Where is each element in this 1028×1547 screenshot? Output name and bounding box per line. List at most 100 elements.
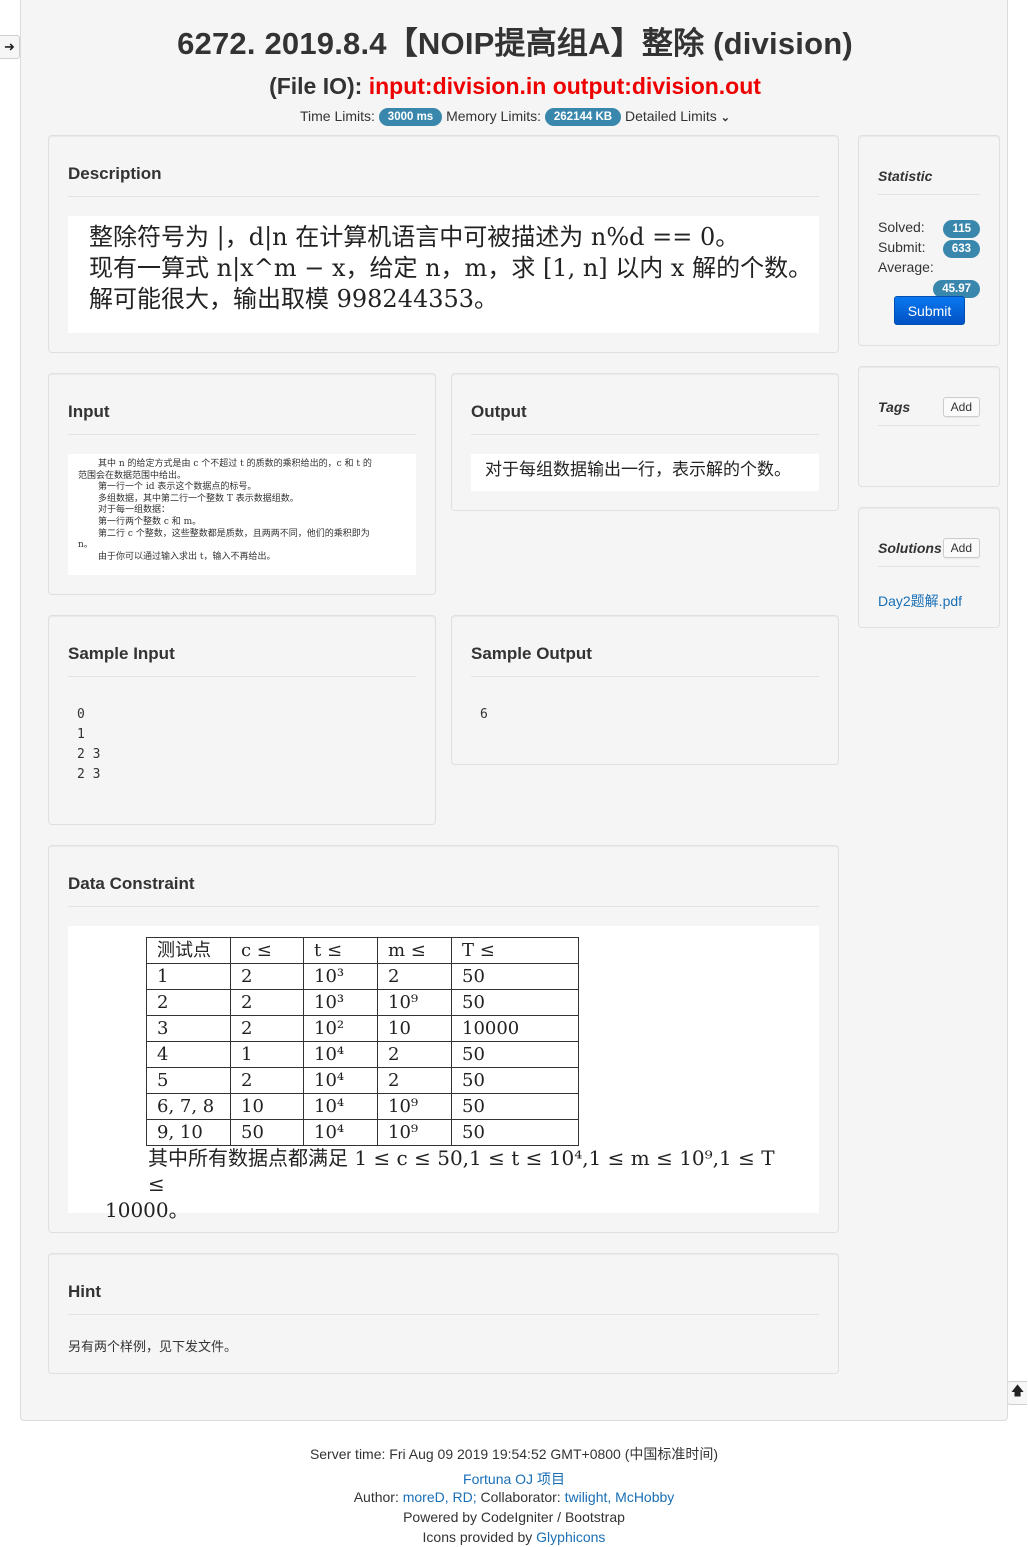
add-solution-button[interactable]: Add xyxy=(942,538,980,558)
submit-badge: 633 xyxy=(942,240,980,258)
collaborator-link[interactable]: McHobby xyxy=(615,1489,674,1505)
data-constraint-heading: Data Constraint xyxy=(68,874,819,907)
author-line: Author: moreD, RD; Collaborator: twiligh… xyxy=(0,1489,1028,1505)
table-cell: 50 xyxy=(451,1067,579,1094)
tags-panel: Tags Add xyxy=(858,366,1000,487)
table-cell: 2 xyxy=(377,963,452,990)
table-row: 4 1 10⁴ 2 50 xyxy=(146,1041,579,1068)
table-row: 5 2 10⁴ 2 50 xyxy=(146,1067,579,1094)
icons-credit: Icons provided by Glyphicons xyxy=(0,1529,1028,1545)
table-header-cell: 测试点 xyxy=(146,937,231,964)
time-limit-badge: 3000 ms xyxy=(378,108,443,126)
table-cell: 6, 7, 8 xyxy=(146,1093,231,1120)
table-cell: 50 xyxy=(451,1041,579,1068)
constraint-note-line-2: 10000。 xyxy=(105,1198,189,1222)
description-content: 整除符号为 |，d|n 在计算机语言中可被描述为 n%d == 0。 现有一算式… xyxy=(68,216,819,333)
description-line-2: 现有一算式 n|x^m − x，给定 n，m，求 [1, n] 以内 x 解的个… xyxy=(89,254,813,282)
table-cell: 50 xyxy=(451,1093,579,1120)
table-row: 1 2 10³ 2 50 xyxy=(146,963,579,990)
glyphicons-link[interactable]: Glyphicons xyxy=(536,1529,605,1545)
statistic-panel: Statistic Solved: 115 Submit: 633 Averag… xyxy=(858,135,1000,346)
hint-heading: Hint xyxy=(68,1282,819,1315)
time-limits-label: Time Limits: xyxy=(299,108,375,124)
arrow-up-icon[interactable]: 🡅 xyxy=(1007,1381,1027,1405)
add-tag-button[interactable]: Add xyxy=(942,397,980,417)
input-line: 第一行两个整数 c 和 m。 xyxy=(98,516,202,527)
table-row: 9, 10 50 10⁴ 10⁹ 50 xyxy=(146,1119,579,1146)
detailed-limits-toggle[interactable]: Detailed Limits ⌄ xyxy=(625,108,730,124)
hint-text: 另有两个样例，见下发文件。 xyxy=(68,1339,238,1354)
table-cell: 50 xyxy=(230,1119,304,1146)
table-cell: 1 xyxy=(146,963,231,990)
sample-input-heading: Sample Input xyxy=(68,644,416,677)
solutions-panel: Solutions Add Day2题解.pdf xyxy=(858,507,1000,628)
solved-label: Solved: xyxy=(878,219,925,235)
project-line: Fortuna OJ 项目 xyxy=(0,1469,1028,1489)
table-cell: 10⁴ xyxy=(303,1041,378,1068)
stat-submit: Submit: 633 xyxy=(878,239,980,258)
table-cell: 5 xyxy=(146,1067,231,1094)
output-content: 对于每组数据输出一行，表示解的个数。 xyxy=(471,454,819,491)
constraint-table: 测试点 c ≤ t ≤ m ≤ T ≤ 1 2 10³ 2 50 2 2 10³ 10⁹ 50 3 2… xyxy=(146,937,579,1146)
hint-panel: Hint 另有两个样例，见下发文件。 xyxy=(48,1253,839,1374)
sample-output-text: 6 xyxy=(480,707,488,722)
input-line: n。 xyxy=(78,540,93,551)
sample-input-panel: Sample Input 0 1 2 3 2 3 xyxy=(48,615,436,825)
description-heading: Description xyxy=(68,164,819,197)
table-cell: 2 xyxy=(377,1041,452,1068)
table-header-row: 测试点 c ≤ t ≤ m ≤ T ≤ xyxy=(146,937,579,964)
author-link[interactable]: moreD, RD; xyxy=(403,1489,477,1505)
average-label: Average: xyxy=(878,259,934,275)
table-cell: 10³ xyxy=(303,989,378,1016)
table-cell: 10 xyxy=(230,1093,304,1120)
input-panel: Input 其中 n 的给定方式是由 c 个不超过 t 的质数的乘积给出的，c … xyxy=(48,373,436,595)
file-io-line: (File IO): input:division.in output:divi… xyxy=(21,73,1009,100)
main-container: 6272. 2019.8.4【NOIP提高组A】整除 (division) (F… xyxy=(20,0,1008,1421)
table-cell: 10² xyxy=(303,1015,378,1042)
collaborator-link[interactable]: twilight, xyxy=(565,1489,612,1505)
input-line: 多组数据，其中第二行一个整数 T 表示数据组数。 xyxy=(98,493,299,504)
input-line: 其中 n 的给定方式是由 c 个不超过 t 的质数的乘积给出的，c 和 t 的 xyxy=(98,459,372,469)
output-text: 对于每组数据输出一行，表示解的个数。 xyxy=(485,460,791,480)
table-row: 2 2 10³ 10⁹ 50 xyxy=(146,989,579,1016)
input-line: 由于你可以通过输入求出 t，输入不再给出。 xyxy=(98,551,276,562)
table-cell: 3 xyxy=(146,1015,231,1042)
table-cell: 10⁴ xyxy=(303,1119,378,1146)
input-text: 其中 n 的给定方式是由 c 个不超过 t 的质数的乘积给出的，c 和 t 的 … xyxy=(78,459,408,563)
table-cell: 2 xyxy=(230,963,304,990)
table-cell: 2 xyxy=(230,1067,304,1094)
table-cell: 2 xyxy=(230,989,304,1016)
constraint-note-line-1: 其中所有数据点都满足 1 ≤ c ≤ 50,1 ≤ t ≤ 10⁴,1 ≤ m … xyxy=(148,1146,775,1196)
input-heading: Input xyxy=(68,402,416,435)
stat-solved: Solved: 115 xyxy=(878,219,980,238)
description-panel: Description 整除符号为 |，d|n 在计算机语言中可被描述为 n%d… xyxy=(48,135,839,353)
page-title: 6272. 2019.8.4【NOIP提高组A】整除 (division) xyxy=(177,26,853,61)
table-row: 3 2 10² 10 10000 xyxy=(146,1015,579,1042)
table-cell: 4 xyxy=(146,1041,231,1068)
submit-button[interactable]: Submit xyxy=(894,296,965,325)
table-cell: 50 xyxy=(451,963,579,990)
collaborator-label: Collaborator: xyxy=(480,1489,561,1505)
table-header-cell: T ≤ xyxy=(451,937,579,964)
table-cell: 1 xyxy=(230,1041,304,1068)
output-heading: Output xyxy=(471,402,819,435)
table-cell: 10 xyxy=(377,1015,452,1042)
server-time: Server time: Fri Aug 09 2019 19:54:52 GM… xyxy=(309,1446,719,1462)
powered-by: Powered by CodeIgniter / Bootstrap xyxy=(403,1509,625,1525)
arrow-right-icon[interactable]: ➜ xyxy=(0,35,20,59)
detailed-limits-label: Detailed Limits xyxy=(624,108,717,124)
table-cell: 10⁹ xyxy=(377,1119,452,1146)
solution-file-link[interactable]: Day2题解.pdf xyxy=(878,591,962,611)
file-io-label: (File IO): xyxy=(269,73,363,99)
table-cell: 2 xyxy=(146,989,231,1016)
table-cell: 10³ xyxy=(303,963,378,990)
input-line: 第二行 c 个整数，这些整数都是质数，且两两不同，他们的乘积即为 xyxy=(98,528,370,539)
table-header-cell: t ≤ xyxy=(303,937,378,964)
description-line-1: 整除符号为 |，d|n 在计算机语言中可被描述为 n%d == 0。 xyxy=(89,223,740,251)
table-row: 6, 7, 8 10 10⁴ 10⁹ 50 xyxy=(146,1093,579,1120)
submit-label: Submit: xyxy=(878,239,926,255)
input-line: 对于每一组数据： xyxy=(98,505,171,516)
project-link[interactable]: Fortuna OJ 项目 xyxy=(463,1471,565,1487)
stat-average: Average: xyxy=(878,259,980,275)
sample-output-heading: Sample Output xyxy=(471,644,819,677)
